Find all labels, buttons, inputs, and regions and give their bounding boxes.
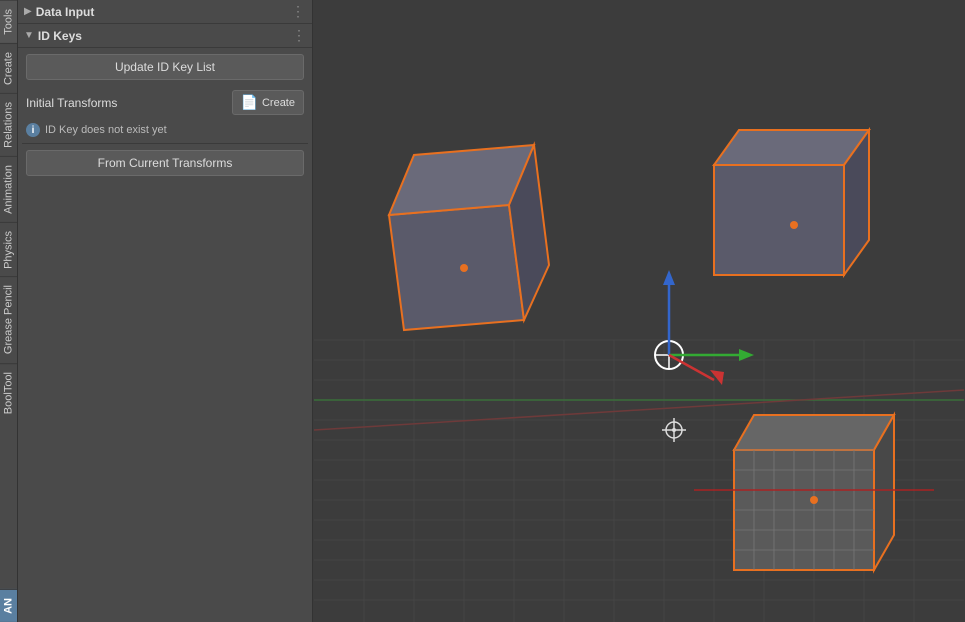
vertical-tabs-panel: Tools Create Relations Animation Physics… bbox=[0, 0, 18, 622]
id-key-info-row: i ID Key does not exist yet bbox=[18, 119, 312, 143]
id-keys-section-header[interactable]: ▼ ID Keys ⋮ bbox=[18, 24, 312, 48]
data-input-section-header[interactable]: ▶ Data Input ⋮ bbox=[18, 0, 312, 24]
initial-transforms-label: Initial Transforms bbox=[26, 96, 232, 110]
create-file-icon: 📄 bbox=[241, 94, 258, 111]
create-button[interactable]: 📄 Create bbox=[232, 90, 304, 115]
viewport-3d[interactable]: User Persp bbox=[313, 0, 965, 622]
tab-tools[interactable]: Tools bbox=[0, 0, 17, 43]
id-keys-dots-icon: ⋮ bbox=[292, 27, 306, 44]
tab-booltool[interactable]: BoolTool bbox=[0, 363, 17, 422]
update-id-key-list-button[interactable]: Update ID Key List bbox=[26, 54, 304, 80]
tab-animation[interactable]: Animation bbox=[0, 156, 17, 222]
data-input-title: Data Input bbox=[36, 5, 291, 19]
id-key-info-text: ID Key does not exist yet bbox=[45, 124, 167, 136]
tab-create[interactable]: Create bbox=[0, 43, 17, 93]
tab-physics[interactable]: Physics bbox=[0, 222, 17, 277]
id-keys-title: ID Keys bbox=[38, 29, 292, 43]
create-label: Create bbox=[262, 97, 295, 109]
from-current-transforms-button[interactable]: From Current Transforms bbox=[26, 150, 304, 176]
tab-an[interactable]: AN bbox=[0, 589, 17, 622]
initial-transforms-row: Initial Transforms 📄 Create bbox=[18, 86, 312, 119]
data-input-dots-icon: ⋮ bbox=[291, 3, 306, 20]
separator-divider bbox=[22, 143, 308, 144]
tab-grease-pencil[interactable]: Grease Pencil bbox=[0, 276, 17, 362]
tab-relations[interactable]: Relations bbox=[0, 93, 17, 156]
sidebar-panel: ▶ Data Input ⋮ ▼ ID Keys ⋮ Update ID Key… bbox=[18, 0, 313, 622]
info-icon: i bbox=[26, 123, 40, 137]
id-keys-collapse-icon: ▼ bbox=[24, 30, 34, 41]
viewport-svg bbox=[313, 0, 965, 622]
data-input-collapse-icon: ▶ bbox=[24, 6, 32, 17]
